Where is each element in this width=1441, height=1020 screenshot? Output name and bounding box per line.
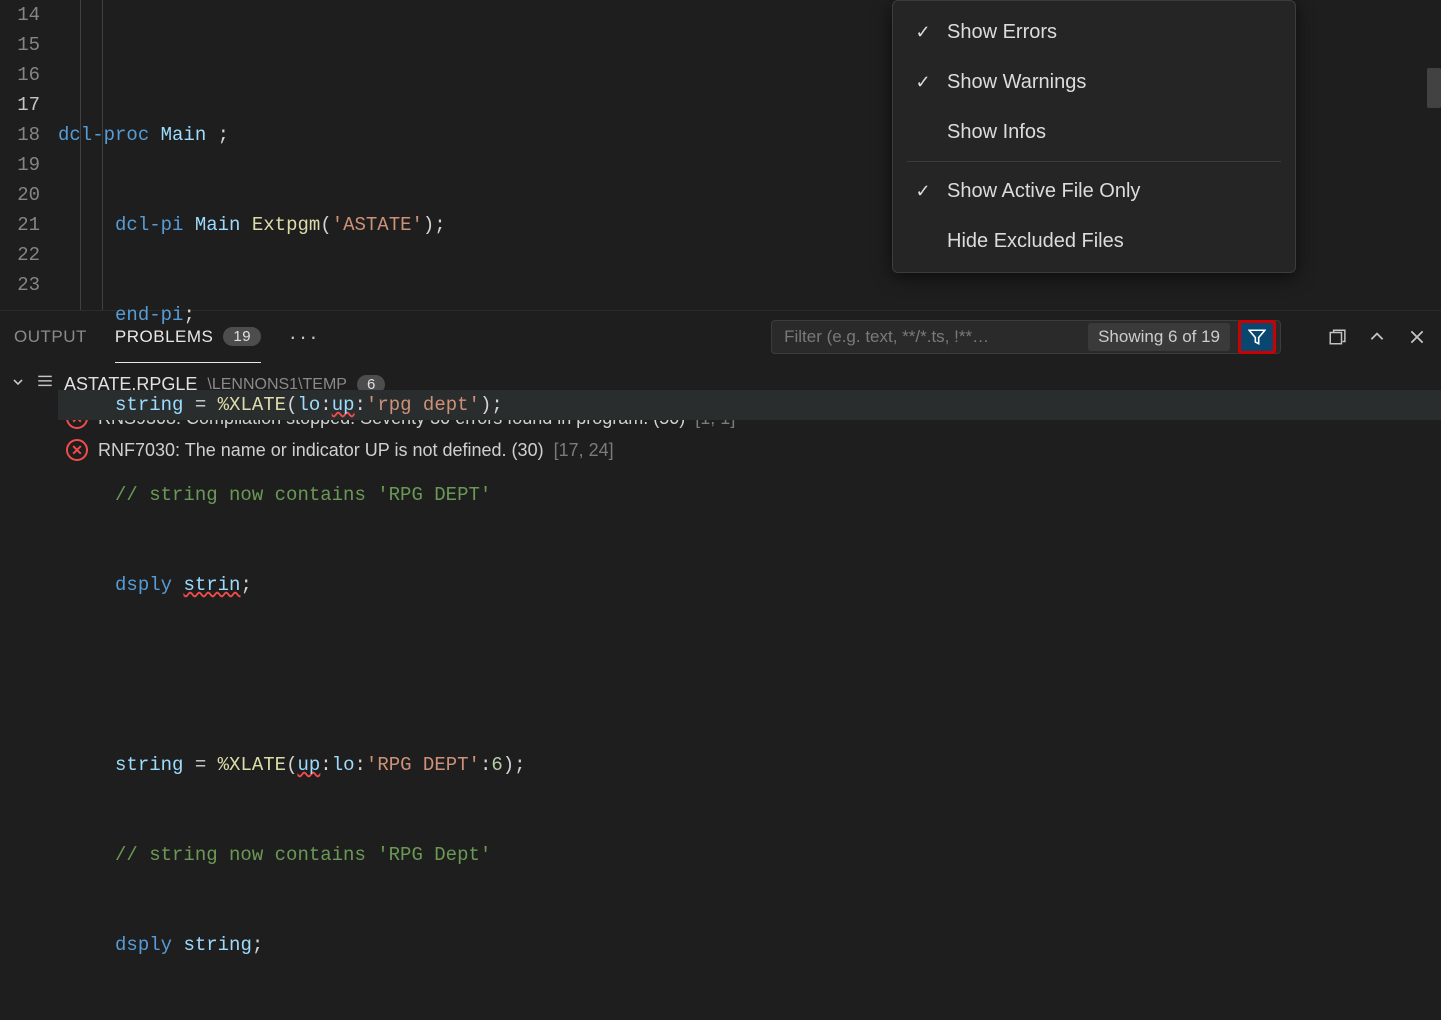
check-icon: ✓: [913, 22, 933, 43]
chevron-down-icon[interactable]: [10, 374, 26, 395]
menu-show-errors[interactable]: ✓ Show Errors: [893, 7, 1295, 57]
line-number: 14: [0, 0, 40, 30]
line-number: 22: [0, 240, 40, 270]
menu-label: Show Infos: [947, 121, 1046, 144]
code-line[interactable]: end-pi;: [58, 300, 1441, 330]
code-line[interactable]: // string now contains 'RPG Dept': [58, 840, 1441, 870]
code-line[interactable]: dsply string;: [58, 930, 1441, 960]
menu-label: Show Errors: [947, 21, 1057, 44]
line-number: 23: [0, 270, 40, 300]
code-line[interactable]: string = %XLATE(up:lo:'RPG DEPT':6);: [58, 750, 1441, 780]
menu-label: Show Active File Only: [947, 180, 1140, 203]
line-gutter: 14 15 16 17 18 19 20 21 22 23: [0, 0, 58, 310]
code-line[interactable]: // string now contains 'RPG DEPT': [58, 480, 1441, 510]
filter-context-menu: ✓ Show Errors ✓ Show Warnings Show Infos…: [892, 0, 1296, 273]
menu-separator: [907, 161, 1281, 162]
menu-show-warnings[interactable]: ✓ Show Warnings: [893, 57, 1295, 107]
line-number: 20: [0, 180, 40, 210]
menu-hide-excluded[interactable]: Hide Excluded Files: [893, 216, 1295, 266]
line-number: 16: [0, 60, 40, 90]
code-line[interactable]: string = %XLATE(lo:up:'rpg dept');: [58, 390, 1441, 420]
menu-label: Show Warnings: [947, 71, 1086, 94]
line-number: 18: [0, 120, 40, 150]
check-icon: ✓: [913, 181, 933, 202]
menu-label: Hide Excluded Files: [947, 230, 1124, 253]
line-number: 21: [0, 210, 40, 240]
menu-show-infos[interactable]: Show Infos: [893, 107, 1295, 157]
menu-active-file-only[interactable]: ✓ Show Active File Only: [893, 166, 1295, 216]
code-line[interactable]: [58, 660, 1441, 690]
line-number: 15: [0, 30, 40, 60]
collapse-all-icon[interactable]: [36, 373, 54, 396]
code-line[interactable]: dsply strin;: [58, 570, 1441, 600]
line-number: 19: [0, 150, 40, 180]
line-number: 17: [0, 90, 40, 120]
scrollbar-thumb[interactable]: [1427, 68, 1441, 108]
check-icon: ✓: [913, 72, 933, 93]
